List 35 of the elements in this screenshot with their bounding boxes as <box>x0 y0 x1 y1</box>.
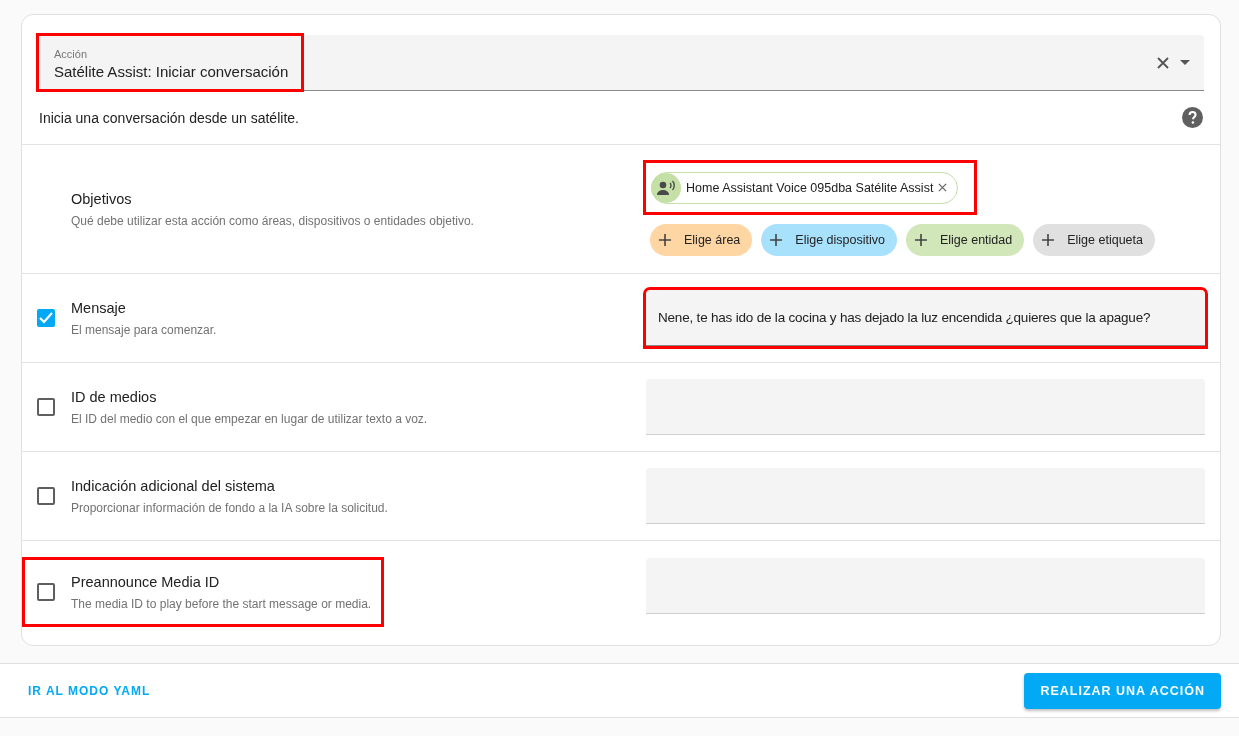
add-target-button[interactable]: Elige área <box>650 223 753 256</box>
plus-icon <box>913 232 928 247</box>
plus-icon <box>769 232 784 247</box>
field-title: ID de medios <box>71 388 157 405</box>
field-title: Objetivos <box>71 190 132 207</box>
plus-icon <box>1041 232 1056 247</box>
action-description: Inicia una conversación desde un satélite. <box>39 109 299 126</box>
field-description: El ID del medio con el que empezar en lugar de utilizar texto a voz. <box>71 411 428 426</box>
text-field[interactable] <box>646 557 1205 614</box>
remove-icon[interactable] <box>938 183 948 192</box>
add-target-button[interactable]: Elige entidad <box>905 223 1025 256</box>
help-icon[interactable] <box>1182 107 1203 128</box>
field-title: Indicación adicional del sistema <box>71 477 275 494</box>
highlight-frame: Acción Satélite Assist: Iniciar conversación <box>38 35 303 90</box>
dropdown-caret-icon[interactable] <box>1180 60 1190 65</box>
text-field[interactable] <box>646 468 1205 524</box>
checkbox[interactable] <box>37 583 55 601</box>
plus-icon <box>658 232 672 247</box>
checkbox[interactable] <box>37 309 55 327</box>
text-field[interactable] <box>646 379 1205 435</box>
clear-icon[interactable] <box>1156 55 1170 70</box>
field-description: El mensaje para comenzar. <box>71 322 217 337</box>
field-description: Proporcionar información de fondo a la IA sobre la solicitud. <box>71 500 388 515</box>
field-description: The media ID to play before the start message or media. <box>71 596 372 611</box>
speaking-person-icon <box>656 179 676 196</box>
action-select-field[interactable]: Acción Satélite Assist: Iniciar conversación <box>38 35 1204 91</box>
field-title: Preannounce Media ID <box>71 573 220 590</box>
add-target-button[interactable]: Elige etiqueta <box>1033 223 1155 256</box>
checkbox[interactable] <box>37 487 55 505</box>
field-title: Mensaje <box>71 299 126 316</box>
text-field[interactable]: Nene, te has ido de la cocina y has dejado la luz encendida ¿quieres que la apague? <box>646 290 1205 346</box>
check-icon <box>39 312 53 324</box>
checkbox[interactable] <box>37 398 55 416</box>
add-target-button[interactable]: Elige dispositivo <box>761 223 897 256</box>
field-description: Qué debe utilizar esta acción como áreas, dispositivos o entidades objetivo. <box>71 213 474 228</box>
